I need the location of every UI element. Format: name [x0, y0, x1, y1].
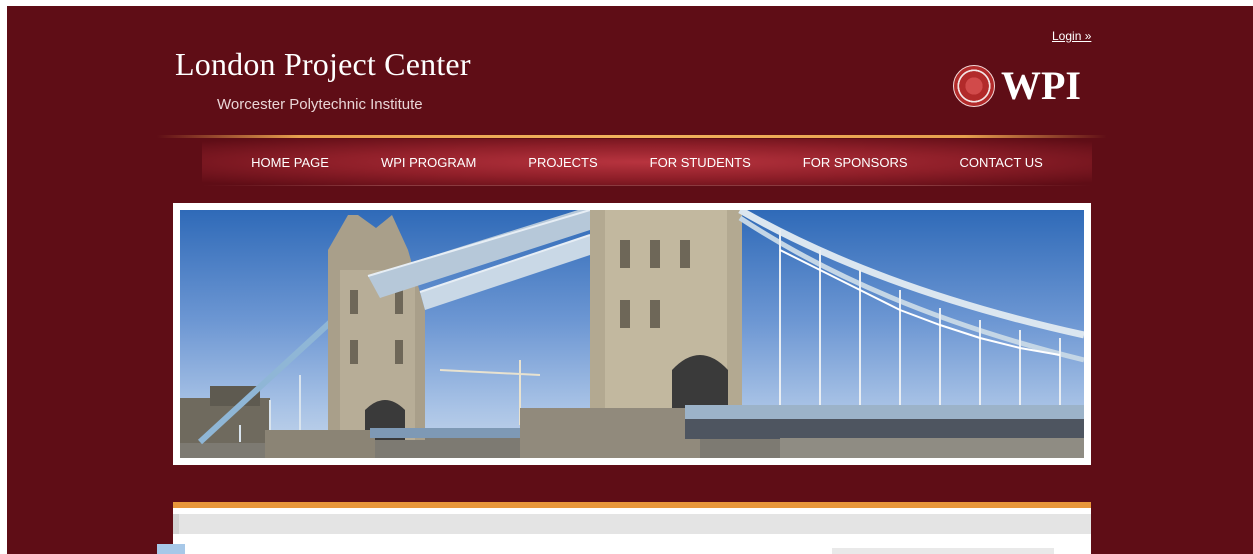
nav-item-for-sponsors[interactable]: FOR SPONSORS [777, 155, 934, 170]
wpi-logo[interactable]: WPI [953, 63, 1081, 109]
site-subtitle: Worcester Polytechnic Institute [217, 96, 423, 113]
wpi-logo-text: WPI [1001, 63, 1081, 108]
nav-item-contact-us[interactable]: CONTACT US [934, 155, 1069, 170]
nav-item-home-page[interactable]: HOME PAGE [225, 155, 355, 170]
page-background: London Project Center Worcester Polytech… [7, 6, 1253, 554]
wpi-seal-icon [953, 65, 995, 107]
tower-bridge-illustration [180, 210, 1084, 458]
hero-image-frame [173, 203, 1091, 465]
login-link[interactable]: Login » [1052, 29, 1091, 43]
content-header-strip [179, 514, 1091, 534]
nav-item-for-students[interactable]: FOR STUDENTS [624, 155, 777, 170]
nav-item-projects[interactable]: PROJECTS [502, 155, 623, 170]
main-navigation: HOME PAGE WPI PROGRAM PROJECTS FOR STUDE… [202, 139, 1092, 185]
nav-top-divider [157, 135, 1107, 138]
nav-bottom-divider [202, 185, 1092, 186]
sidebar-widget-header [832, 548, 1054, 554]
site-title[interactable]: London Project Center [175, 46, 471, 83]
scrollbar-thumb[interactable] [157, 544, 185, 554]
tower-bridge-hero-image [180, 210, 1084, 458]
nav-item-wpi-program[interactable]: WPI PROGRAM [355, 155, 502, 170]
